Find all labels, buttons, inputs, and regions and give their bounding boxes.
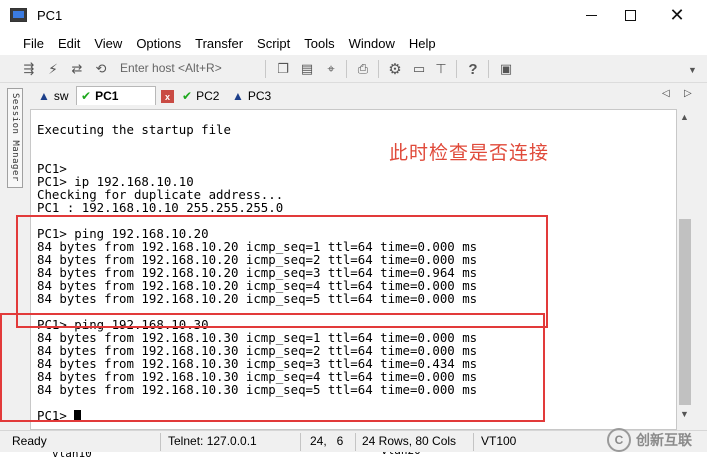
menu-view[interactable]: View xyxy=(87,36,129,51)
menu-script[interactable]: Script xyxy=(250,36,297,51)
status-bar: Ready Telnet: 127.0.0.1 24, 6 24 Rows, 8… xyxy=(0,430,707,452)
tab-scroll-right-icon[interactable]: ▷ xyxy=(684,88,692,99)
maximize-icon xyxy=(624,10,636,21)
menu-bar: File Edit View Options Transfer Script T… xyxy=(0,31,707,55)
window-title: PC1 xyxy=(37,8,63,23)
quick-connect-icon[interactable]: ⚡ xyxy=(44,60,62,78)
toolbar-overflow-icon[interactable]: ▼ xyxy=(688,65,697,75)
toolbar-separator xyxy=(378,60,379,78)
tab-close-icon[interactable]: x xyxy=(161,90,174,103)
status-separator xyxy=(300,433,301,451)
background-vlan-label: vlan10 xyxy=(52,452,92,459)
background-diagram: vlan10 vlan20 xyxy=(0,452,707,459)
menu-options[interactable]: Options xyxy=(129,36,188,51)
print-icon[interactable]: ⎙ xyxy=(354,60,372,78)
warning-icon: ▲ xyxy=(232,88,244,103)
menu-transfer[interactable]: Transfer xyxy=(188,36,250,51)
disconnect-icon[interactable]: ⟲ xyxy=(92,60,110,78)
status-connection: Telnet: 127.0.0.1 xyxy=(168,434,257,448)
status-separator xyxy=(160,433,161,451)
menu-file[interactable]: File xyxy=(16,36,51,51)
toolbar-separator xyxy=(265,60,266,78)
session-tab-bar: ▲ sw ✔ PC1 x ✔ PC2 ▲ PC3 ◁ ▷ xyxy=(30,84,707,107)
menu-help[interactable]: Help xyxy=(402,36,443,51)
close-button[interactable]: ✕ xyxy=(654,0,700,31)
watermark-text: 创新互联 xyxy=(636,432,692,448)
check-icon: ✔ xyxy=(182,88,193,103)
status-separator xyxy=(473,433,474,451)
warning-icon: ▲ xyxy=(38,88,50,103)
watermark-logo-icon: C xyxy=(607,428,631,452)
app-monitor-icon xyxy=(10,8,27,22)
watermark: C 创新互联 xyxy=(607,425,707,455)
status-terminal-size: 24 Rows, 80 Cols xyxy=(362,434,457,448)
vertical-scrollbar[interactable]: ▲ ▼ xyxy=(677,109,693,430)
toolbar-separator xyxy=(456,60,457,78)
terminal-line: PC1 : 192.168.10.10 255.255.255.0 xyxy=(37,200,284,215)
tab-pc3[interactable]: ▲ PC3 xyxy=(228,86,275,105)
tab-label: sw xyxy=(53,88,69,103)
session-options-icon[interactable]: ▣ xyxy=(497,60,515,78)
settings-gear-icon[interactable]: ⚙ xyxy=(386,60,404,78)
maximize-button[interactable] xyxy=(607,0,653,31)
toolbar-separator xyxy=(488,60,489,78)
tab-label: PC3 xyxy=(247,88,272,103)
minimize-icon xyxy=(585,14,597,17)
host-input[interactable]: Enter host <Alt+R> xyxy=(120,61,222,75)
status-cursor-position: 24, 6 xyxy=(310,434,344,448)
tab-sw[interactable]: ▲ sw xyxy=(34,86,73,105)
terminal-line: Executing the startup file xyxy=(37,122,231,137)
status-separator xyxy=(355,433,356,451)
menu-edit[interactable]: Edit xyxy=(51,36,87,51)
tab-label: PC2 xyxy=(196,88,220,103)
menu-tools[interactable]: Tools xyxy=(297,36,341,51)
status-emulation: VT100 xyxy=(481,434,517,448)
annotation-text: 此时检查是否连接 xyxy=(389,142,550,164)
tab-scroll-left-icon[interactable]: ◁ xyxy=(662,88,670,99)
paste-icon[interactable]: ▤ xyxy=(298,60,316,78)
sftp-icon[interactable]: ⊤ xyxy=(432,60,450,78)
session-manager-label: Session Manager xyxy=(10,93,20,182)
connect-icon[interactable]: ⇶ xyxy=(20,60,38,78)
keymap-icon[interactable]: ▭ xyxy=(410,60,428,78)
session-manager-tab[interactable]: Session Manager xyxy=(7,88,23,188)
highlight-box-ping-30 xyxy=(0,313,545,422)
reconnect-icon[interactable]: ⇄ xyxy=(68,60,86,78)
tab-pc2[interactable]: ✔ PC2 xyxy=(178,86,223,105)
scroll-up-icon[interactable]: ▲ xyxy=(680,112,689,122)
toolbar-separator xyxy=(346,60,347,78)
tab-pc1[interactable]: ✔ PC1 xyxy=(76,86,156,105)
find-icon[interactable]: ⌖ xyxy=(322,60,340,78)
help-icon[interactable]: ? xyxy=(464,60,482,78)
toolbar: ⇶ ⚡ ⇄ ⟲ Enter host <Alt+R> ❐ ▤ ⌖ ⎙ ⚙ ▭ ⊤… xyxy=(0,55,707,83)
scrollbar-thumb[interactable] xyxy=(679,219,691,405)
check-icon: ✔ xyxy=(81,89,92,103)
highlight-box-ping-20 xyxy=(16,215,548,328)
securecrt-window: PC1 ✕ File Edit View Options Transfer Sc… xyxy=(0,0,707,459)
scroll-down-icon[interactable]: ▼ xyxy=(680,409,689,419)
status-ready: Ready xyxy=(12,434,47,448)
background-vlan-label: vlan20 xyxy=(381,452,421,457)
menu-window[interactable]: Window xyxy=(342,36,402,51)
tab-label: PC1 xyxy=(95,89,119,103)
close-icon: ✕ xyxy=(669,5,685,25)
copy-icon[interactable]: ❐ xyxy=(274,60,292,78)
title-bar: PC1 ✕ xyxy=(0,0,707,31)
